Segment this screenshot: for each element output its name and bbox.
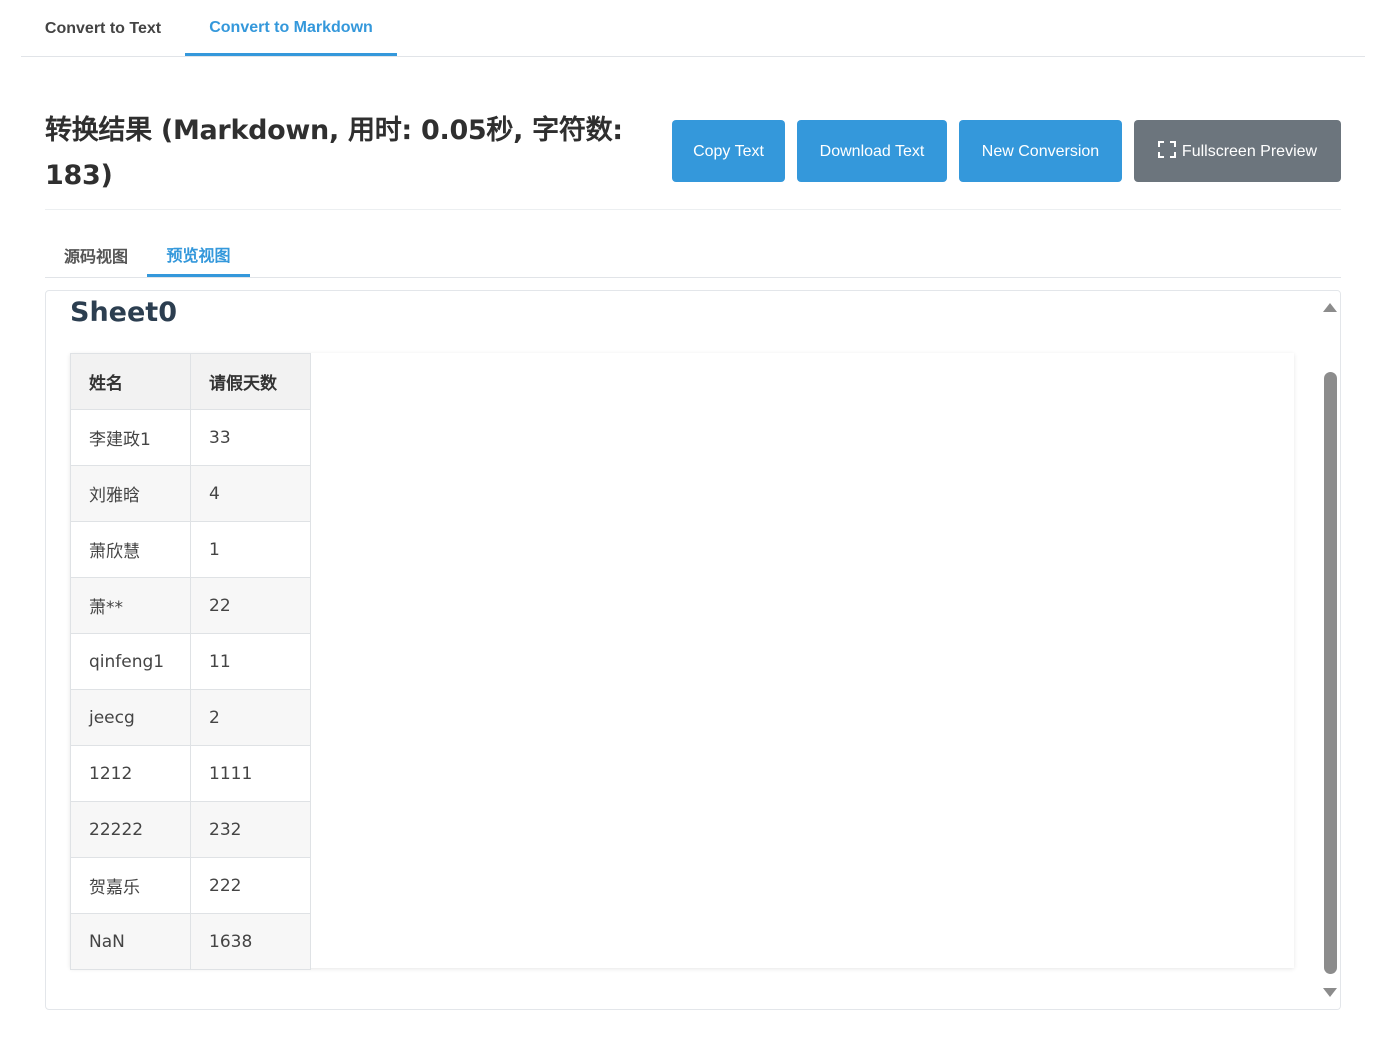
fullscreen-label: Fullscreen Preview: [1157, 140, 1318, 162]
table-row: qinfeng1 11: [70, 633, 311, 690]
cell-name: 萧欣慧: [70, 521, 191, 578]
cell-days: 232: [190, 801, 311, 858]
table-row: 22222 232: [70, 801, 311, 858]
data-table: 姓名 请假天数 李建政1 33 刘雅晗 4 萧欣慧 1 萧** 22 qinfeng1 1…: [70, 353, 311, 970]
cell-days: 1: [190, 521, 311, 578]
vertical-scrollbar[interactable]: [1320, 291, 1340, 1009]
table-row: NaN 1638: [70, 913, 311, 970]
scroll-down-arrow-icon[interactable]: [1323, 988, 1337, 997]
cell-name: 1212: [70, 745, 191, 802]
tab-convert-to-text[interactable]: Convert to Text: [21, 0, 185, 57]
cell-days: 22: [190, 577, 311, 634]
scrollbar-thumb[interactable]: [1324, 372, 1337, 974]
table-row: 贺嘉乐 222: [70, 857, 311, 914]
result-title: 转换结果 (Markdown, 用时: 0.05秒, 字符数: 183): [45, 115, 623, 191]
cell-name: 李建政1: [70, 409, 191, 466]
fullscreen-text: Fullscreen Preview: [1181, 142, 1318, 160]
table-row: 萧** 22: [70, 577, 311, 634]
table-row: 萧欣慧 1: [70, 521, 311, 578]
cell-name: NaN: [70, 913, 191, 970]
cell-days: 1638: [190, 913, 311, 970]
sheet-title: Sheet0: [70, 297, 177, 328]
tab-source-view[interactable]: 源码视图: [45, 233, 147, 277]
cell-days: 1111: [190, 745, 311, 802]
download-text-button[interactable]: Download Text: [797, 120, 947, 182]
result-header: 转换结果 (Markdown, 用时: 0.05秒, 字符数: 183) Cop…: [45, 100, 1341, 210]
table-row: 1212 1111: [70, 745, 311, 802]
cell-days: 33: [190, 409, 311, 466]
table-row: 刘雅晗 4: [70, 465, 311, 522]
tab-convert-to-markdown[interactable]: Convert to Markdown: [185, 0, 397, 56]
mode-tabs: Convert to Text Convert to Markdown: [21, 0, 1365, 57]
markdown-preview-pane[interactable]: Sheet0 姓名 请假天数 李建政1 33 刘雅晗 4 萧欣慧 1 萧** 22 qi…: [45, 290, 1341, 1010]
cell-name: 22222: [70, 801, 191, 858]
cell-name: jeecg: [70, 689, 191, 746]
tab-preview-view[interactable]: 预览视图: [147, 233, 250, 277]
table-container: 姓名 请假天数 李建政1 33 刘雅晗 4 萧欣慧 1 萧** 22 qinfeng1 1…: [70, 353, 1294, 970]
column-header-name: 姓名: [70, 353, 191, 410]
cell-days: 222: [190, 857, 311, 914]
fullscreen-preview-button[interactable]: Fullscreen Preview: [1134, 120, 1341, 182]
new-conversion-button[interactable]: New Conversion: [959, 120, 1122, 182]
table-row: 李建政1 33: [70, 409, 311, 466]
column-header-leave-days: 请假天数: [190, 353, 311, 410]
scroll-up-arrow-icon[interactable]: [1323, 303, 1337, 312]
cell-days: 4: [190, 465, 311, 522]
fullscreen-icon: [1157, 140, 1176, 158]
cell-days: 11: [190, 633, 311, 690]
cell-name: 萧**: [70, 577, 191, 634]
table-row: jeecg 2: [70, 689, 311, 746]
copy-text-button[interactable]: Copy Text: [672, 120, 785, 182]
view-tabs: 源码视图 预览视图: [45, 233, 1341, 278]
table-header-row: 姓名 请假天数: [70, 353, 311, 410]
cell-name: 刘雅晗: [70, 465, 191, 522]
cell-name: qinfeng1: [70, 633, 191, 690]
cell-name: 贺嘉乐: [70, 857, 191, 914]
cell-days: 2: [190, 689, 311, 746]
